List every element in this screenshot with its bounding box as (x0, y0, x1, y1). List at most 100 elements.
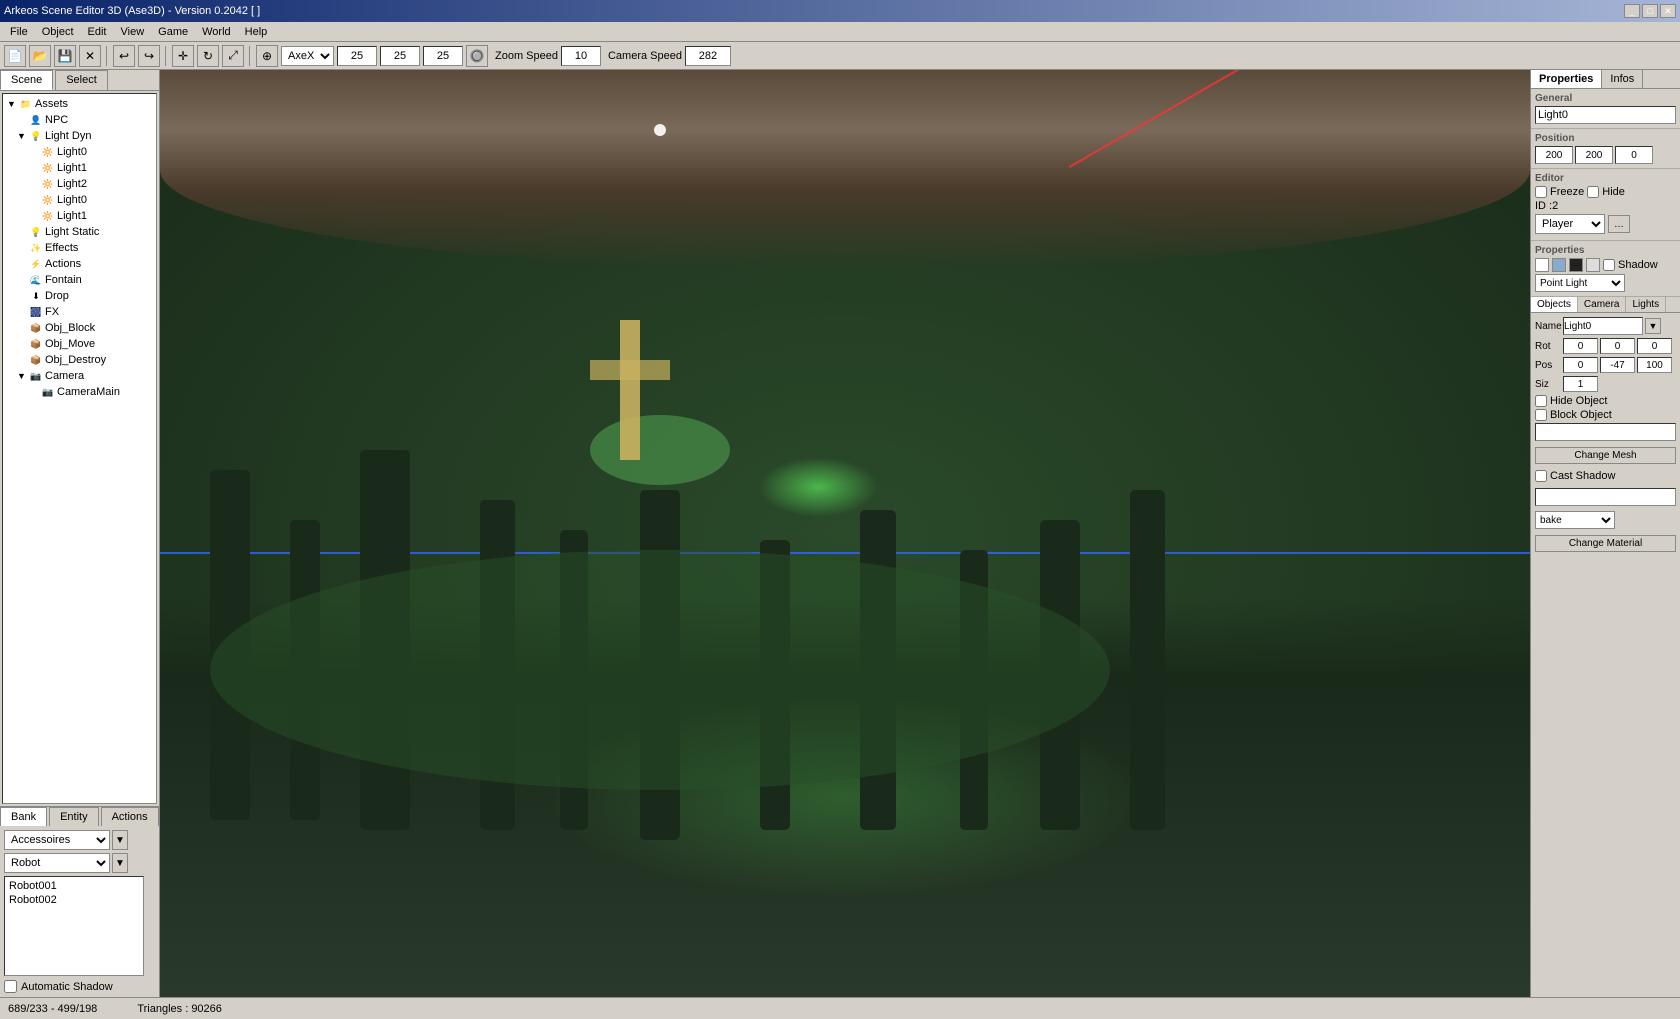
grid-button[interactable]: 🔘 (466, 45, 488, 67)
mesh-name-input[interactable] (1535, 423, 1676, 441)
size-label: Siz (1535, 379, 1561, 390)
tree-obj-block[interactable]: 📦 Obj_Block (5, 320, 154, 336)
camera-speed-input[interactable] (685, 46, 731, 66)
tab-lights[interactable]: Lights (1626, 297, 1666, 312)
menu-object[interactable]: Object (36, 24, 80, 40)
player-edit-btn[interactable]: … (1608, 215, 1630, 233)
obj-pos-y-input[interactable] (1600, 357, 1635, 373)
cursor-button[interactable]: ⊕ (256, 45, 278, 67)
tree-light2[interactable]: 🔆 Light2 (5, 176, 154, 192)
obj-pos-x-input[interactable] (1563, 357, 1598, 373)
tree-obj-destroy[interactable]: 📦 Obj_Destroy (5, 352, 154, 368)
minimize-button[interactable]: _ (1624, 4, 1640, 18)
save-button[interactable]: 💾 (54, 45, 76, 67)
block-obj-checkbox[interactable] (1535, 409, 1547, 421)
color-swatch-white[interactable] (1535, 258, 1549, 272)
general-input[interactable] (1535, 106, 1676, 124)
color-swatch-gray[interactable] (1586, 258, 1600, 272)
tab-camera[interactable]: Camera (1578, 297, 1627, 312)
obj-name-input[interactable] (1563, 317, 1643, 335)
freeze-checkbox[interactable] (1535, 186, 1547, 198)
player-select[interactable]: Player (1535, 214, 1605, 234)
tree-light0[interactable]: 🔆 Light0 (5, 144, 154, 160)
maximize-button[interactable]: □ (1642, 4, 1658, 18)
undo-button[interactable]: ↩ (113, 45, 135, 67)
scale-button[interactable]: ⤢ (222, 45, 244, 67)
change-mesh-button[interactable]: Change Mesh (1535, 447, 1676, 464)
size-input[interactable] (1563, 376, 1598, 392)
material-name-input[interactable] (1535, 488, 1676, 506)
tab-properties[interactable]: Properties (1531, 70, 1602, 88)
shadow-checkbox[interactable] (1603, 259, 1615, 271)
move-button[interactable]: ✛ (172, 45, 194, 67)
entity-list[interactable]: Robot001 Robot002 (4, 876, 144, 976)
category-select[interactable]: Accessoires (4, 830, 110, 850)
tree-npc[interactable]: 👤 NPC (5, 112, 154, 128)
bake-select[interactable]: bake (1535, 511, 1615, 529)
tree-light-dyn[interactable]: ▼ 💡 Light Dyn (5, 128, 154, 144)
tree-obj-move[interactable]: 📦 Obj_Move (5, 336, 154, 352)
cast-shadow-checkbox[interactable] (1535, 470, 1547, 482)
category-dropdown-btn[interactable]: ▼ (112, 830, 128, 850)
block-obj-row: Block Object (1535, 409, 1676, 421)
tree-fontain[interactable]: 🌊 Fontain (5, 272, 154, 288)
viewport[interactable] (160, 70, 1530, 997)
list-item-robot002[interactable]: Robot002 (7, 893, 141, 907)
tree-assets[interactable]: ▼ 📁 Assets (5, 96, 154, 112)
color-swatch-blue[interactable] (1552, 258, 1566, 272)
tree-light-static[interactable]: 💡 Light Static (5, 224, 154, 240)
tree-camera[interactable]: ▼ 📷 Camera (5, 368, 154, 384)
tab-actions[interactable]: Actions (101, 807, 159, 826)
tree-drop[interactable]: ⬇ Drop (5, 288, 154, 304)
pos-z-input[interactable] (1615, 146, 1653, 164)
open-button[interactable]: 📂 (29, 45, 51, 67)
tree-effects[interactable]: ✨ Effects (5, 240, 154, 256)
menu-view[interactable]: View (115, 24, 151, 40)
menu-world[interactable]: World (196, 24, 237, 40)
close-file-button[interactable]: ✕ (79, 45, 101, 67)
rotate-button[interactable]: ↻ (197, 45, 219, 67)
tree-light1b[interactable]: 🔆 Light1 (5, 208, 154, 224)
y-input[interactable] (380, 46, 420, 66)
rot-z-input[interactable] (1637, 338, 1672, 354)
pos-x-input[interactable] (1535, 146, 1573, 164)
tab-infos[interactable]: Infos (1602, 70, 1643, 88)
type-select[interactable]: Robot (4, 853, 110, 873)
tab-scene[interactable]: Scene (0, 70, 53, 90)
hide-checkbox[interactable] (1587, 186, 1599, 198)
obj-scroll-btn[interactable]: ▼ (1645, 318, 1661, 334)
tree-light0b[interactable]: 🔆 Light0 (5, 192, 154, 208)
redo-button[interactable]: ↪ (138, 45, 160, 67)
tree-light1[interactable]: 🔆 Light1 (5, 160, 154, 176)
menu-game[interactable]: Game (152, 24, 194, 40)
tab-entity[interactable]: Entity (49, 807, 99, 826)
z-input[interactable] (423, 46, 463, 66)
menu-help[interactable]: Help (239, 24, 274, 40)
obj-pos-z-input[interactable] (1637, 357, 1672, 373)
tree-camera-main[interactable]: 📷 CameraMain (5, 384, 154, 400)
zoom-input[interactable] (561, 46, 601, 66)
light-type-select[interactable]: Point Light (1535, 274, 1625, 292)
menu-file[interactable]: File (4, 24, 34, 40)
rot-y-input[interactable] (1600, 338, 1635, 354)
change-material-button[interactable]: Change Material (1535, 535, 1676, 552)
scene-tree[interactable]: ▼ 📁 Assets 👤 NPC ▼ 💡 Light Dyn 🔆 Light0 (2, 93, 157, 804)
tab-objects[interactable]: Objects (1531, 297, 1578, 312)
type-dropdown-btn[interactable]: ▼ (112, 853, 128, 873)
hide-obj-checkbox[interactable] (1535, 395, 1547, 407)
pos-y-input[interactable] (1575, 146, 1613, 164)
color-swatch-black[interactable] (1569, 258, 1583, 272)
menu-edit[interactable]: Edit (82, 24, 113, 40)
tree-actions[interactable]: ⚡ Actions (5, 256, 154, 272)
close-button[interactable]: ✕ (1660, 4, 1676, 18)
general-section: General (1531, 89, 1680, 129)
auto-shadow-checkbox[interactable] (4, 980, 17, 993)
tab-bank[interactable]: Bank (0, 807, 47, 826)
axis-select[interactable]: AxeX (281, 46, 334, 66)
list-item-robot001[interactable]: Robot001 (7, 879, 141, 893)
tree-fx[interactable]: 🎆 FX (5, 304, 154, 320)
new-button[interactable]: 📄 (4, 45, 26, 67)
rot-x-input[interactable] (1563, 338, 1598, 354)
x-input[interactable] (337, 46, 377, 66)
tab-select[interactable]: Select (55, 70, 108, 90)
